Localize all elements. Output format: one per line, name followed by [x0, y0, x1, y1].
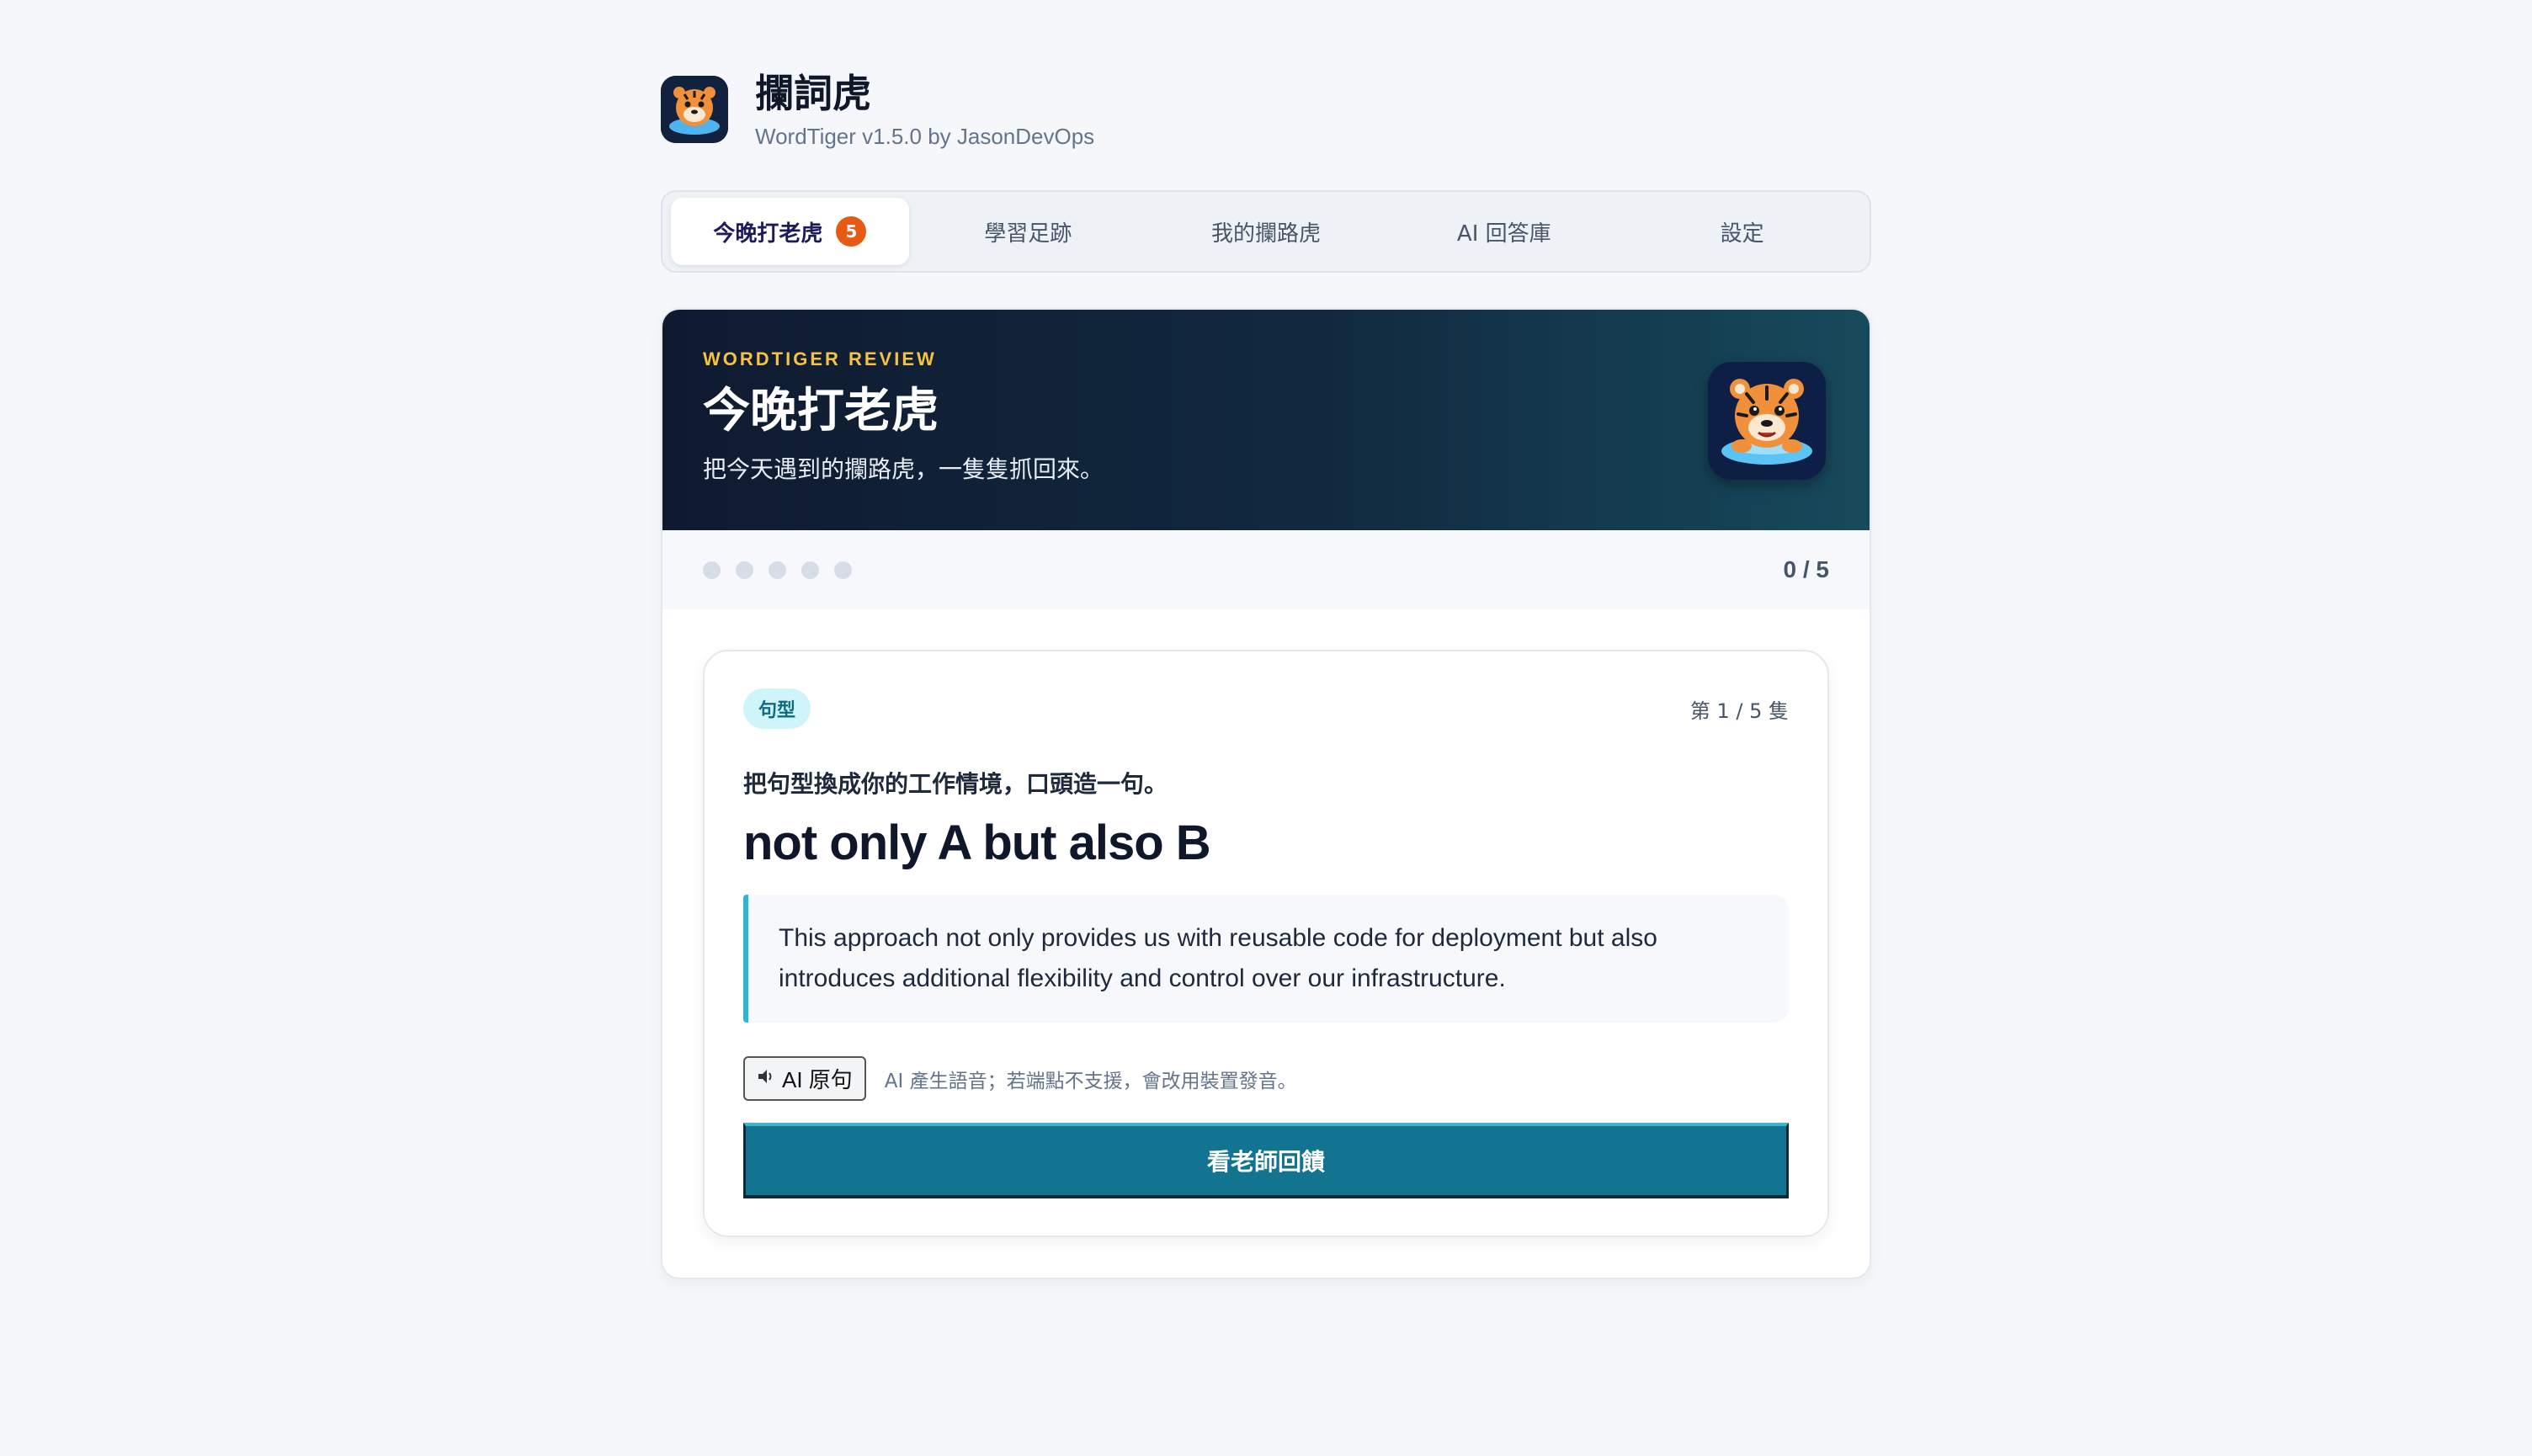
tab-label: 今晚打老虎: [713, 221, 823, 247]
tab-tonight-review[interactable]: 今晚打老虎 5: [671, 198, 909, 265]
app-window: 攔詞虎 WordTiger v1.5.0 by JasonDevOps 今晚打老…: [0, 0, 2532, 1456]
tiger-logo-icon: [661, 76, 728, 143]
audio-button-label: AI 原句: [782, 1067, 853, 1092]
hero-banner: WORDTIGER REVIEW 今晚打老虎 把今天遇到的攔路虎，一隻隻抓回來。: [662, 310, 1870, 530]
speaker-icon: [757, 1065, 775, 1092]
card-body: 句型 第 1 / 5 隻 把句型換成你的工作情境，口頭造一句。 not only…: [662, 609, 1870, 1278]
question-header: 句型 第 1 / 5 隻: [743, 688, 1789, 729]
tab-settings[interactable]: 設定: [1623, 198, 1861, 265]
progress-dot: [834, 561, 852, 579]
progress-count: 0 / 5: [1783, 556, 1829, 582]
example-sentence: This approach not only provides us with …: [743, 895, 1789, 1023]
app-version: WordTiger v1.5.0 by JasonDevOps: [755, 123, 1095, 149]
tab-label: 學習足跡: [984, 221, 1072, 247]
sentence-pattern: not only A but also B: [743, 816, 1211, 870]
teacher-feedback-button[interactable]: 看老師回饋: [743, 1123, 1789, 1198]
tiger-mascot-icon: [1708, 362, 1826, 480]
category-tag: 句型: [743, 688, 811, 729]
progress-dot: [801, 561, 819, 579]
app-container: 攔詞虎 WordTiger v1.5.0 by JasonDevOps 今晚打老…: [661, 66, 1871, 1279]
tab-label: 設定: [1720, 221, 1764, 247]
progress-row: 0 / 5: [662, 530, 1870, 609]
tab-label: 我的攔路虎: [1210, 221, 1321, 247]
audio-hint: AI 產生語音；若端點不支援，會改用裝置發音。: [884, 1070, 1297, 1092]
question-index: 第 1 / 5 隻: [1689, 699, 1789, 723]
question-card: 句型 第 1 / 5 隻 把句型換成你的工作情境，口頭造一句。 not only…: [703, 650, 1829, 1237]
app-title: 攔詞虎: [755, 70, 871, 116]
progress-dot: [736, 561, 753, 579]
count-badge: 5: [836, 216, 867, 247]
tab-ai-answers[interactable]: AI 回答庫: [1385, 198, 1623, 265]
progress-dot: [703, 561, 721, 579]
hero-eyebrow: WORDTIGER REVIEW: [703, 348, 937, 369]
audio-row: AI 原句 AI 產生語音；若端點不支援，會改用裝置發音。: [743, 1056, 1789, 1101]
tab-learning-history[interactable]: 學習足跡: [909, 198, 1147, 265]
question-prompt: 把句型換成你的工作情境，口頭造一句。: [743, 770, 1168, 798]
tab-label: AI 回答庫: [1456, 221, 1551, 247]
play-audio-button[interactable]: AI 原句: [743, 1056, 866, 1101]
review-card: WORDTIGER REVIEW 今晚打老虎 把今天遇到的攔路虎，一隻隻抓回來。: [661, 308, 1871, 1279]
progress-dot: [769, 561, 786, 579]
hero-title: 今晚打老虎: [703, 384, 939, 438]
progress-dots: [703, 561, 852, 579]
tab-my-tigers[interactable]: 我的攔路虎: [1147, 198, 1386, 265]
app-header: 攔詞虎 WordTiger v1.5.0 by JasonDevOps: [661, 66, 1871, 153]
hero-description: 把今天遇到的攔路虎，一隻隻抓回來。: [703, 455, 1104, 483]
tab-bar: 今晚打老虎 5 學習足跡 我的攔路虎 AI 回答庫 設定: [661, 190, 1871, 273]
app-title-block: 攔詞虎 WordTiger v1.5.0 by JasonDevOps: [755, 70, 1094, 150]
